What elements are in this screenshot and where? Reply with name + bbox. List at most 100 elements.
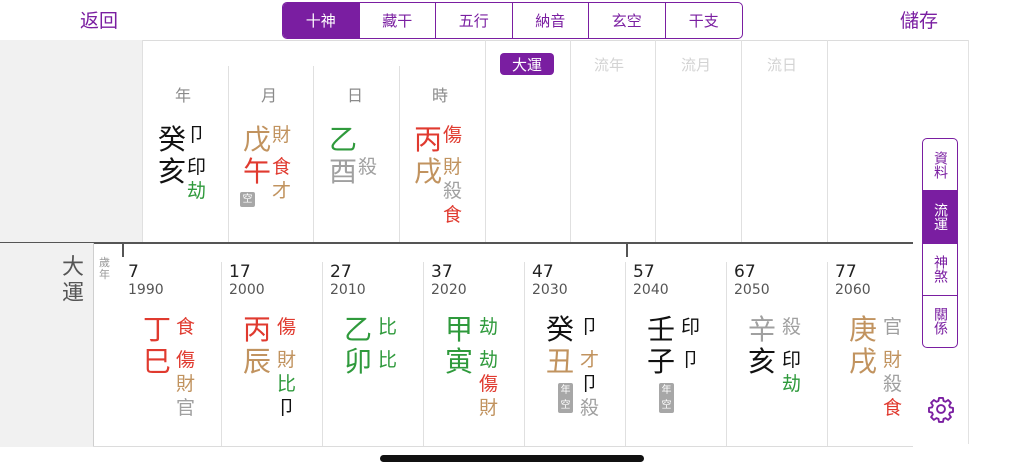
dayun-branch-god: 劫 [782, 373, 802, 395]
side-tab-shensha[interactable]: 神煞 [923, 244, 957, 296]
pillar-stem-god: 卩 [187, 124, 207, 146]
divider [0, 40, 968, 41]
side-tabs: 資料 流運 神煞 關係 [922, 138, 958, 348]
dayun-branch-god: 卩 [277, 397, 297, 419]
pillar-branch: 戌 [414, 155, 443, 188]
dayun-year: 2000 [229, 282, 265, 298]
dayun-branch-god: 才 [580, 349, 600, 371]
dayun-age: 47 [532, 262, 554, 282]
pillar-branch-god: 財 [443, 156, 463, 178]
dayun-branch: 卯 [344, 345, 373, 378]
back-button[interactable]: 返回 [80, 6, 118, 33]
divider [399, 66, 400, 242]
dayun-branch: 丑 [546, 345, 575, 378]
tab-liuri[interactable]: 流日 [767, 54, 797, 75]
divider [625, 262, 626, 447]
divider [313, 66, 314, 242]
top-left-panel [0, 40, 142, 242]
pillar-branch: 亥 [158, 155, 187, 188]
dayun-branch-god: 財 [176, 373, 196, 395]
dayun-branch-god: 財 [277, 349, 297, 371]
divider [827, 40, 828, 242]
pillar-stem: 丙 [414, 123, 443, 156]
tab-ganzhi[interactable]: 干支 [666, 3, 743, 38]
dayun-branch-god: 卩 [580, 373, 600, 395]
dayun-stem: 乙 [344, 313, 373, 346]
empty-badge: 空 [240, 192, 255, 207]
pillar-label: 月 [261, 86, 278, 105]
divider [322, 262, 323, 447]
tab-canggan[interactable]: 藏干 [360, 3, 436, 38]
empty-badge: 年空 [659, 383, 674, 413]
dayun-branch-god: 殺 [580, 397, 600, 419]
dayun-age: 7 [128, 262, 139, 282]
pillar-stem: 乙 [329, 123, 358, 156]
pillar-stem-god: 傷 [443, 124, 463, 146]
dayun-stem: 丁 [143, 313, 172, 346]
home-indicator[interactable] [380, 455, 644, 462]
dayun-stem: 丙 [243, 313, 272, 346]
tab-shishen[interactable]: 十神 [283, 3, 360, 38]
pillar-stem: 癸 [158, 123, 187, 156]
divider [93, 446, 913, 447]
dayun-age: 67 [734, 262, 756, 282]
pillar-branch-god: 食 [272, 156, 292, 178]
divider [741, 40, 742, 242]
dayun-stem: 癸 [546, 313, 575, 346]
divider [655, 40, 656, 242]
dayun-age: 27 [330, 262, 352, 282]
side-tab-relations[interactable]: 關係 [923, 296, 957, 347]
dayun-stem: 庚 [849, 313, 878, 346]
dayun-stem: 壬 [647, 313, 676, 346]
dayun-age: 17 [229, 262, 251, 282]
divider [726, 262, 727, 447]
dayun-year: 1990 [128, 282, 164, 298]
dayun-age: 57 [633, 262, 655, 282]
dayun-age: 37 [431, 262, 453, 282]
dayun-branch-god: 殺 [883, 373, 903, 395]
dayun-title: 大運 [62, 255, 85, 306]
dayun-branch-god: 卩 [681, 349, 701, 371]
dayun-stem-god: 傷 [277, 316, 297, 338]
dayun-year: 2060 [835, 282, 871, 298]
dayun-branch: 子 [647, 345, 676, 378]
age-year-label: 歲年 [99, 256, 110, 281]
side-tab-liuyun[interactable]: 流運 [923, 191, 957, 244]
current-marker [122, 243, 124, 257]
dayun-year: 2040 [633, 282, 669, 298]
view-mode-tabs: 十神 藏干 五行 納音 玄空 干支 [282, 2, 743, 39]
tab-nayin[interactable]: 納音 [513, 3, 589, 38]
dayun-branch: 亥 [748, 345, 777, 378]
pillar-branch: 午 [243, 155, 272, 188]
pillar-label: 時 [432, 86, 449, 105]
current-marker [626, 243, 628, 257]
pillar-branch-god: 食 [443, 204, 463, 226]
pillar-label: 日 [347, 86, 364, 105]
divider [221, 262, 222, 447]
dayun-stem-god: 劫 [479, 316, 499, 338]
tab-liuyue[interactable]: 流月 [681, 54, 711, 75]
tab-wuxing[interactable]: 五行 [436, 3, 513, 38]
tab-liunian[interactable]: 流年 [594, 54, 624, 75]
dayun-branch: 巳 [143, 345, 172, 378]
side-tab-info[interactable]: 資料 [923, 139, 957, 192]
divider [968, 40, 969, 444]
gear-icon[interactable] [927, 395, 955, 423]
divider [524, 262, 525, 447]
tab-xuankong[interactable]: 玄空 [589, 3, 666, 38]
pillar-stem-god: 財 [272, 124, 292, 146]
dayun-branch-god: 印 [782, 349, 802, 371]
pillar-stem: 戊 [243, 123, 272, 156]
dayun-branch-god: 劫 [479, 349, 499, 371]
divider [93, 243, 94, 447]
divider [0, 242, 913, 244]
pillar-branch-god: 殺 [358, 156, 378, 178]
dayun-branch-god: 傷 [176, 349, 196, 371]
pillar-branch-god: 劫 [187, 180, 207, 202]
save-button[interactable]: 儲存 [900, 6, 938, 33]
divider [142, 40, 143, 242]
divider [423, 262, 424, 447]
dayun-stem-god: 食 [176, 316, 196, 338]
dayun-branch: 寅 [445, 345, 474, 378]
tab-dayun[interactable]: 大運 [500, 53, 554, 75]
